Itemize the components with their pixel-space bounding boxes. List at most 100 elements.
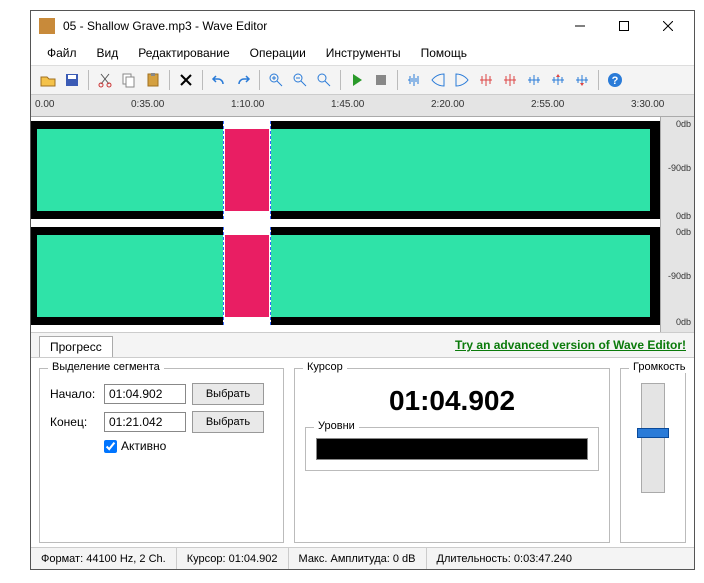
- paste-button[interactable]: [142, 69, 164, 91]
- status-cursor-label: Курсор:: [187, 553, 226, 565]
- fx-fadeout-button[interactable]: [451, 69, 473, 91]
- selection-overlay-right[interactable]: [223, 227, 271, 325]
- zoom-in-button[interactable]: [265, 69, 287, 91]
- fx-invert-button[interactable]: [547, 69, 569, 91]
- separator: [202, 70, 203, 90]
- volume-group: Громкость: [620, 368, 686, 543]
- app-icon: [39, 18, 55, 34]
- save-icon: [64, 72, 80, 88]
- channel-right[interactable]: [31, 227, 660, 325]
- timeline-ruler[interactable]: 0.00 0:35.00 1:10.00 1:45.00 2:20.00 2:5…: [31, 95, 694, 117]
- fade-out-icon: [454, 72, 470, 88]
- about-button[interactable]: ?: [604, 69, 626, 91]
- stop-icon: [373, 72, 389, 88]
- active-checkbox[interactable]: [104, 440, 117, 453]
- wave-tracks[interactable]: [31, 117, 660, 332]
- undo-icon: [211, 72, 227, 88]
- select-end-button[interactable]: Выбрать: [192, 411, 264, 433]
- fx-silence-button[interactable]: [523, 69, 545, 91]
- amplify-icon: [478, 72, 494, 88]
- segment-legend: Выделение сегмента: [48, 361, 164, 373]
- fx-reverse-button[interactable]: [499, 69, 521, 91]
- menu-edit[interactable]: Редактирование: [130, 43, 237, 63]
- volume-thumb[interactable]: [637, 428, 669, 438]
- volume-slider[interactable]: [631, 383, 675, 493]
- select-start-button[interactable]: Выбрать: [192, 383, 264, 405]
- status-cursor: Курсор: 01:04.902: [177, 548, 289, 569]
- play-button[interactable]: [346, 69, 368, 91]
- open-button[interactable]: [37, 69, 59, 91]
- volume-track[interactable]: [641, 383, 665, 493]
- db-label: 0db: [676, 211, 691, 221]
- time-mark: 1:45.00: [331, 99, 364, 110]
- selection-fill: [225, 235, 269, 317]
- window-title: 05 - Shallow Grave.mp3 - Wave Editor: [63, 19, 558, 33]
- redo-button[interactable]: [232, 69, 254, 91]
- tab-progress[interactable]: Прогресс: [39, 336, 113, 357]
- copy-button[interactable]: [118, 69, 140, 91]
- fx-fadein-button[interactable]: [427, 69, 449, 91]
- db-label: -90db: [668, 163, 691, 173]
- levels-meter: [316, 438, 588, 460]
- menu-help[interactable]: Помощь: [413, 43, 475, 63]
- undo-button[interactable]: [208, 69, 230, 91]
- menu-operations[interactable]: Операции: [242, 43, 314, 63]
- menu-view[interactable]: Вид: [89, 43, 127, 63]
- stop-button[interactable]: [370, 69, 392, 91]
- cut-button[interactable]: [94, 69, 116, 91]
- fade-in-icon: [430, 72, 446, 88]
- delete-icon: [178, 72, 194, 88]
- menu-file[interactable]: Файл: [39, 43, 85, 63]
- fx-normalize-button[interactable]: [403, 69, 425, 91]
- active-label: Активно: [121, 439, 166, 453]
- volume-legend: Громкость: [629, 361, 689, 373]
- separator: [88, 70, 89, 90]
- delete-button[interactable]: [175, 69, 197, 91]
- separator: [169, 70, 170, 90]
- separator: [259, 70, 260, 90]
- segment-group: Выделение сегмента Начало: Выбрать Конец…: [39, 368, 284, 543]
- status-format-label: Формат:: [41, 553, 83, 565]
- promo-link[interactable]: Try an advanced version of Wave Editor!: [455, 338, 686, 352]
- paste-icon: [145, 72, 161, 88]
- channel-left[interactable]: [31, 121, 660, 219]
- status-format-value: 44100 Hz, 2 Ch.: [86, 553, 166, 565]
- fx-amplify-button[interactable]: [475, 69, 497, 91]
- selection-start-marker[interactable]: [223, 227, 224, 325]
- levels-group: Уровни: [305, 427, 599, 471]
- zoom-fit-button[interactable]: [313, 69, 335, 91]
- end-input[interactable]: [104, 412, 186, 432]
- status-dur-value: 0:03:47.240: [514, 553, 572, 565]
- save-button[interactable]: [61, 69, 83, 91]
- app-window: 05 - Shallow Grave.mp3 - Wave Editor Фай…: [30, 10, 695, 570]
- menu-tools[interactable]: Инструменты: [318, 43, 409, 63]
- insert-icon: [574, 72, 590, 88]
- cursor-legend: Курсор: [303, 361, 347, 373]
- selection-overlay-left[interactable]: [223, 121, 271, 219]
- tab-bar: Прогресс Try an advanced version of Wave…: [31, 332, 694, 358]
- levels-legend: Уровни: [314, 420, 359, 432]
- zoom-out-icon: [292, 72, 308, 88]
- selection-start-marker[interactable]: [223, 121, 224, 219]
- selection-end-marker[interactable]: [270, 121, 271, 219]
- status-cursor-value: 01:04.902: [229, 553, 278, 565]
- waveform-area[interactable]: 0db -90db 0db 0db -90db 0db: [31, 117, 694, 332]
- close-button[interactable]: [646, 12, 690, 40]
- maximize-button[interactable]: [602, 12, 646, 40]
- toolbar: ?: [31, 66, 694, 95]
- time-mark: 2:55.00: [531, 99, 564, 110]
- start-input[interactable]: [104, 384, 186, 404]
- minimize-button[interactable]: [558, 12, 602, 40]
- selection-end-marker[interactable]: [270, 227, 271, 325]
- time-mark: 1:10.00: [231, 99, 264, 110]
- fx-insert-button[interactable]: [571, 69, 593, 91]
- zoom-out-button[interactable]: [289, 69, 311, 91]
- separator: [598, 70, 599, 90]
- status-amplitude: Макс. Амплитуда: 0 dB: [289, 548, 427, 569]
- zoom-fit-icon: [316, 72, 332, 88]
- status-dur-label: Длительность:: [437, 553, 511, 565]
- time-mark: 0.00: [35, 99, 54, 110]
- start-label: Начало:: [50, 387, 98, 401]
- minimize-icon: [575, 21, 585, 31]
- silence-icon: [526, 72, 542, 88]
